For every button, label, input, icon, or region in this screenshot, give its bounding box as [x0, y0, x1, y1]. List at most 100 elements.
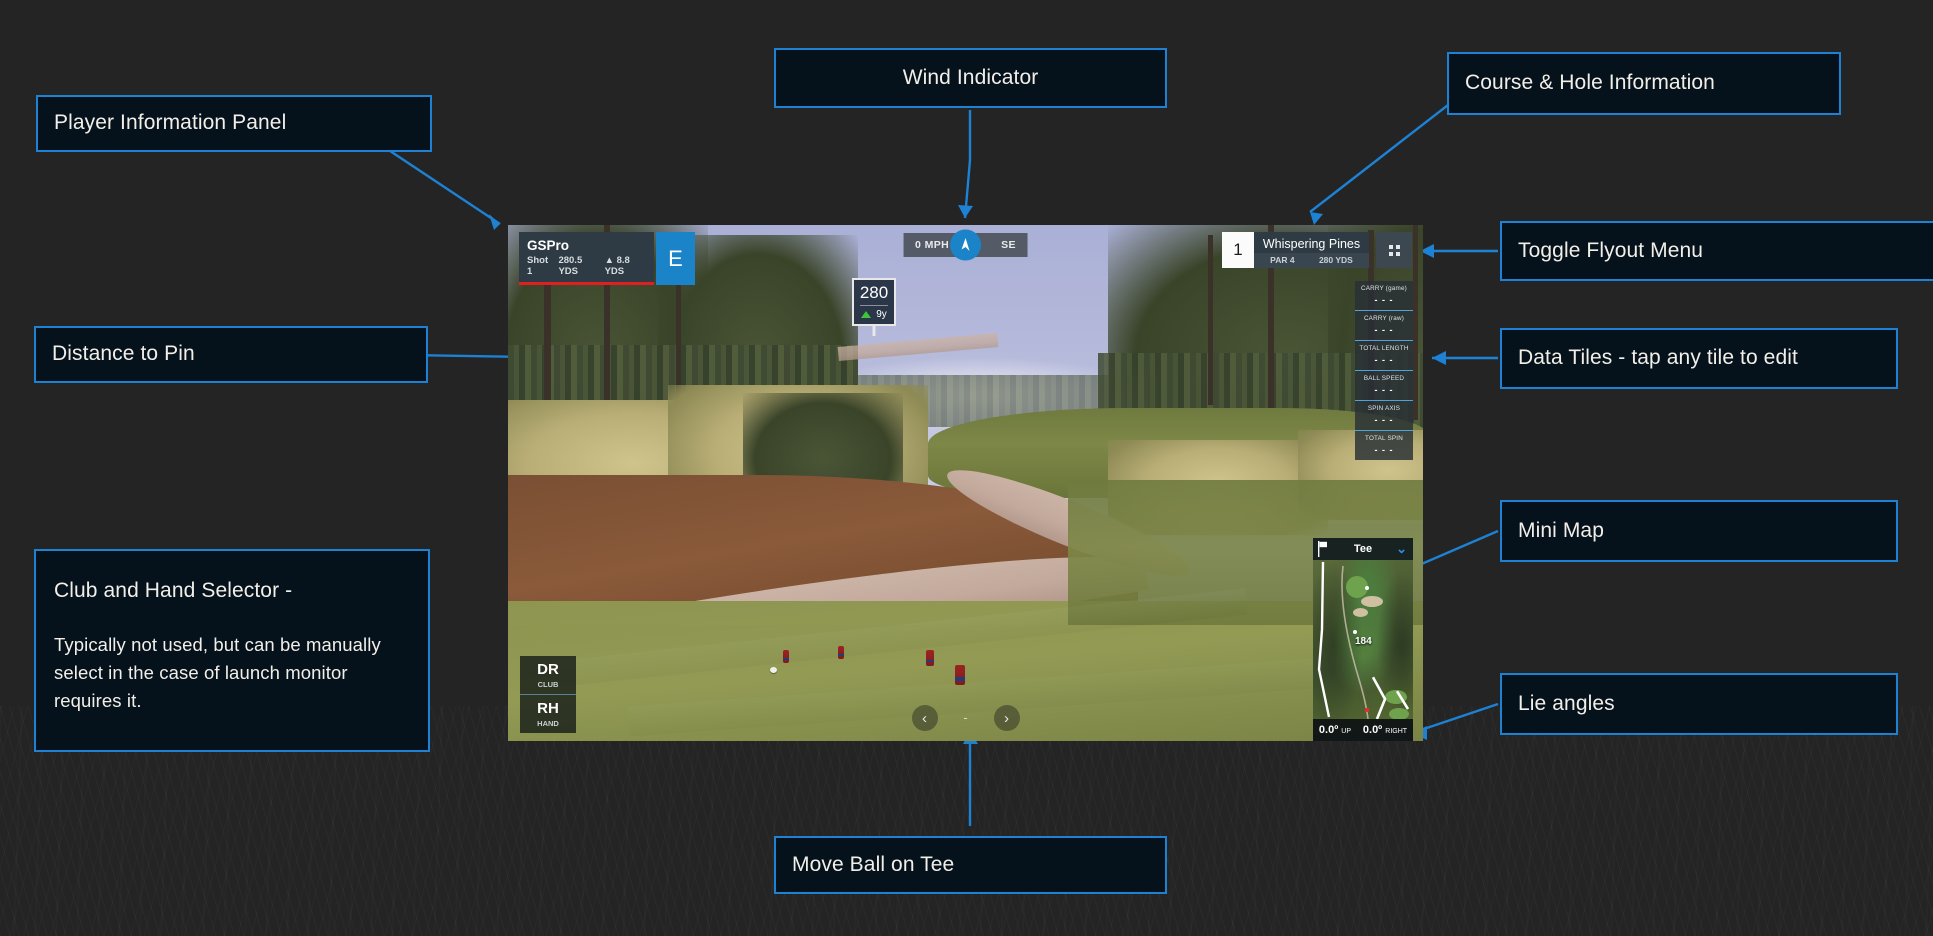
course-name: Whispering Pines — [1262, 237, 1361, 251]
tee-marker — [955, 665, 965, 685]
lie-right-label: RIGHT — [1385, 728, 1408, 735]
callout-label: Move Ball on Tee — [792, 852, 955, 876]
hand-value: RH — [537, 700, 559, 717]
marker-stem — [872, 324, 876, 336]
data-tile-value: - - - — [1374, 385, 1394, 395]
distance-value: 280 — [859, 283, 889, 302]
hand-label: HAND — [537, 719, 559, 728]
club-and-hand-selector[interactable]: DR CLUB RH HAND — [520, 656, 576, 733]
golf-ball — [770, 667, 777, 673]
data-tile-label: SPIN AXIS — [1367, 405, 1401, 412]
mini-map-target-dot — [1353, 630, 1357, 634]
grid-dots-icon — [1388, 244, 1400, 256]
annotated-screenshot-canvas: Player Information Panel Wind Indicator … — [0, 0, 1933, 936]
callout-label: Course & Hole Information — [1465, 71, 1715, 95]
elevation-value: 9y — [876, 309, 887, 320]
lie-right-value: 0.0º — [1362, 724, 1383, 736]
tee-marker — [838, 646, 844, 659]
shot-count: Shot 1 — [527, 255, 549, 277]
mini-map[interactable]: Tee ⌄ 184 0.0º UP 0.0º RIGHT — [1313, 538, 1413, 741]
data-tile[interactable]: TOTAL LENGTH - - - — [1355, 340, 1413, 370]
callout-body: Typically not used, but can be manually … — [54, 634, 381, 711]
wind-indicator[interactable]: 0 MPH SE — [903, 229, 1028, 261]
data-tile-label: CARRY (game) — [1361, 285, 1407, 292]
data-tile-label: CARRY (raw) — [1363, 315, 1405, 322]
player-panel-underline — [519, 282, 654, 285]
data-tile-value: - - - — [1374, 445, 1394, 455]
tee-marker — [783, 650, 789, 663]
lie-angles-panel[interactable]: 0.0º UP 0.0º RIGHT — [1313, 719, 1413, 741]
wind-direction: SE — [975, 233, 1028, 257]
tree-trunk — [1413, 225, 1418, 420]
mini-map-distance-label: 184 — [1355, 636, 1372, 647]
course-sub: PAR 4 280 YDS — [1254, 253, 1369, 268]
data-tile[interactable]: SPIN AXIS - - - — [1355, 400, 1413, 430]
gspro-game-screenshot: GSPro Shot 1 280.5 YDS ▲ 8.8 YDS E 0 MPH… — [508, 225, 1423, 741]
data-tile[interactable]: TOTAL SPIN - - - — [1355, 430, 1413, 460]
move-ball-on-tee-controls[interactable]: ‹ › — [911, 705, 1020, 731]
callout-label: Mini Map — [1518, 518, 1604, 542]
callout-mini-map: Mini Map — [1500, 500, 1898, 562]
lie-angle-right: 0.0º RIGHT — [1363, 724, 1407, 736]
data-tile-label: BALL SPEED — [1363, 375, 1405, 382]
callout-toggle-flyout-menu: Toggle Flyout Menu — [1500, 221, 1933, 281]
data-tile[interactable]: CARRY (game) - - - — [1355, 281, 1413, 310]
callout-label: Player Information Panel — [54, 111, 287, 135]
data-tile-value: - - - — [1374, 295, 1394, 305]
hole-par: PAR 4 — [1270, 255, 1295, 265]
data-tile-label: TOTAL SPIN — [1365, 435, 1403, 442]
data-tile-label: TOTAL LENGTH — [1359, 345, 1409, 352]
data-tile[interactable]: CARRY (raw) - - - — [1355, 310, 1413, 340]
shot-elevation: ▲ 8.8 YDS — [604, 255, 630, 277]
tree-trunk — [1208, 235, 1213, 405]
callout-lie-angles: Lie angles — [1500, 673, 1898, 735]
lie-up-value: 0.0º — [1318, 724, 1339, 736]
tee-marker — [926, 650, 934, 666]
mini-map-title: Tee — [1353, 543, 1373, 555]
distance-to-pin-marker[interactable]: 280 9y — [852, 278, 896, 336]
lie-angle-up: 0.0º UP — [1319, 724, 1351, 736]
hand-selector[interactable]: RH HAND — [520, 694, 576, 733]
move-ball-right-button[interactable]: › — [993, 705, 1020, 731]
mini-map-ball-dot — [1365, 708, 1369, 712]
wind-arrow-icon — [950, 229, 981, 261]
club-value: DR — [537, 661, 559, 678]
player-information-panel[interactable]: GSPro Shot 1 280.5 YDS ▲ 8.8 YDS E — [519, 232, 695, 285]
callout-player-information-panel: Player Information Panel — [36, 95, 432, 152]
club-label: CLUB — [537, 680, 559, 689]
callout-wind-indicator: Wind Indicator — [774, 48, 1167, 108]
callout-title: Club and Hand Selector - — [54, 579, 293, 602]
mini-map-header[interactable]: Tee ⌄ — [1313, 538, 1413, 560]
callout-label: Lie angles — [1518, 691, 1615, 715]
course-block: Whispering Pines PAR 4 280 YDS — [1254, 232, 1369, 268]
hole-length: 280 YDS — [1318, 255, 1353, 265]
toggle-flyout-menu-button[interactable] — [1376, 232, 1412, 268]
lie-up-label: UP — [1341, 728, 1352, 735]
callout-label: Toggle Flyout Menu — [1518, 238, 1704, 262]
player-panel-main: GSPro Shot 1 280.5 YDS ▲ 8.8 YDS — [519, 232, 654, 285]
data-tile-value: - - - — [1374, 415, 1394, 425]
player-name: GSPro — [527, 238, 570, 253]
callout-move-ball-on-tee: Move Ball on Tee — [774, 836, 1167, 894]
distance-elevation: 9y — [854, 306, 894, 324]
callout-label: Data Tiles - tap any tile to edit — [1518, 346, 1798, 370]
callout-data-tiles: Data Tiles - tap any tile to edit — [1500, 328, 1898, 389]
flag-icon — [1318, 541, 1327, 557]
player-shot-stats: Shot 1 280.5 YDS ▲ 8.8 YDS — [519, 255, 654, 282]
club-selector[interactable]: DR CLUB — [520, 656, 576, 694]
data-tile[interactable]: BALL SPEED - - - — [1355, 370, 1413, 400]
triangle-up-icon — [861, 311, 872, 318]
shot-distance: 280.5 YDS — [558, 255, 583, 277]
data-tiles-panel[interactable]: CARRY (game) - - - CARRY (raw) - - - TOT… — [1355, 281, 1413, 460]
hole-number: 1 — [1222, 232, 1254, 268]
score-badge: E — [656, 232, 695, 285]
wind-arrow-glyph — [961, 238, 970, 251]
callout-course-hole-information: Course & Hole Information — [1447, 52, 1841, 115]
chevron-down-icon[interactable]: ⌄ — [1396, 541, 1407, 557]
callout-label: Wind Indicator — [902, 65, 1039, 89]
callout-distance-to-pin: Distance to Pin — [34, 326, 428, 383]
mini-map-body[interactable]: 184 — [1313, 560, 1413, 719]
move-ball-left-button[interactable]: ‹ — [911, 705, 938, 731]
callout-label: Distance to Pin — [52, 342, 195, 366]
course-hole-information[interactable]: 1 Whispering Pines PAR 4 280 YDS — [1222, 232, 1412, 268]
